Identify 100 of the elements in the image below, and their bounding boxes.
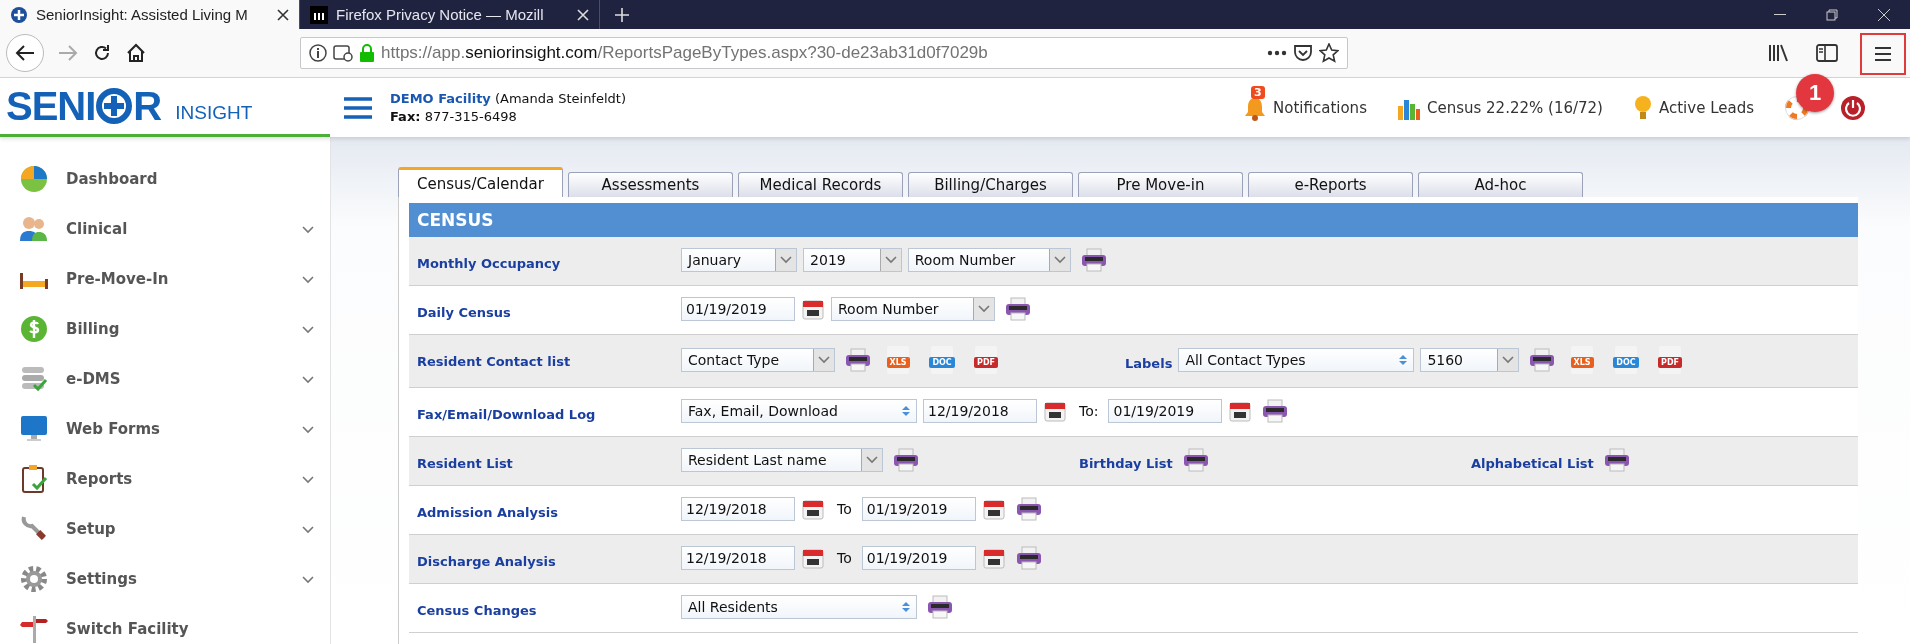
chevron-down-icon[interactable] xyxy=(302,526,314,534)
printer-icon[interactable] xyxy=(1262,399,1289,423)
lock-icon[interactable] xyxy=(359,44,375,62)
sidebar-item[interactable]: Switch Facility xyxy=(0,604,330,644)
chevron-down-icon[interactable] xyxy=(818,356,831,364)
info-icon[interactable] xyxy=(309,44,327,62)
lifebuoy-icon[interactable] xyxy=(1784,94,1810,121)
date-field[interactable]: 01/19/2019 xyxy=(681,297,795,321)
chevron-down-icon[interactable] xyxy=(977,305,990,313)
signpost-icon xyxy=(18,613,50,644)
address-bar[interactable]: https://app.seniorinsight.com/ReportsPageByTypes.aspx?30-de23ab31d0f7029b xyxy=(300,37,1348,69)
printer-icon[interactable] xyxy=(892,448,919,472)
tab[interactable]: Billing/Charges xyxy=(908,172,1073,197)
star-icon[interactable] xyxy=(1319,43,1339,63)
reload-icon[interactable] xyxy=(92,43,112,63)
chevron-down-icon[interactable] xyxy=(302,476,314,484)
dropdown[interactable]: Room Number xyxy=(907,248,1072,272)
sidebar-item[interactable]: Pre-Move-In xyxy=(0,254,330,304)
dropdown[interactable]: Resident Last name xyxy=(681,448,883,472)
printer-icon[interactable] xyxy=(1603,448,1630,472)
browser-tab[interactable]: SeniorInsight: Assisted Living M xyxy=(0,0,300,29)
calendar-icon[interactable] xyxy=(1043,399,1067,423)
sidebar-item[interactable]: Billing xyxy=(0,304,330,354)
chevron-down-icon[interactable] xyxy=(302,376,314,384)
dropdown[interactable]: 2019 xyxy=(803,248,902,272)
menu-icon[interactable] xyxy=(344,96,372,119)
dropdown[interactable]: 5160 xyxy=(1420,348,1519,372)
tab[interactable]: Assessments xyxy=(568,172,733,197)
chevron-down-icon[interactable] xyxy=(302,226,314,234)
tracking-icon[interactable] xyxy=(333,44,353,62)
printer-icon[interactable] xyxy=(845,348,872,372)
chevron-down-icon[interactable] xyxy=(780,256,793,264)
lightbulb-icon xyxy=(1632,94,1653,121)
tab[interactable]: e-Reports xyxy=(1248,172,1413,197)
chevron-down-icon[interactable] xyxy=(302,576,314,584)
date-field[interactable]: 12/19/2018 xyxy=(681,546,795,570)
date-field[interactable]: 12/19/2018 xyxy=(681,497,795,521)
tab[interactable]: Medical Records xyxy=(738,172,903,197)
printer-icon[interactable] xyxy=(1015,546,1042,570)
report-link[interactable]: Labels xyxy=(1125,355,1173,371)
report-link[interactable]: Birthday List xyxy=(1079,455,1173,471)
chevron-down-icon[interactable] xyxy=(302,426,314,434)
row-label: Daily Census xyxy=(416,304,512,320)
close-icon[interactable] xyxy=(277,8,289,21)
back-arrow-icon xyxy=(15,44,35,62)
printer-icon[interactable] xyxy=(927,595,953,619)
dropdown[interactable]: All Contact Types xyxy=(1178,348,1415,372)
home-icon[interactable] xyxy=(126,43,146,63)
date-field[interactable]: 01/19/2019 xyxy=(1108,399,1223,423)
calendar-icon[interactable] xyxy=(801,497,825,521)
report-link[interactable]: Alphabetical List xyxy=(1471,455,1594,471)
more-icon[interactable] xyxy=(1267,50,1287,56)
sidebar-item[interactable]: Clinical xyxy=(0,204,330,254)
dropdown[interactable]: All Residents xyxy=(681,595,917,619)
chevron-down-icon[interactable] xyxy=(1054,256,1067,264)
dropdown[interactable]: Fax, Email, Download xyxy=(681,399,917,423)
sidebar-item[interactable]: Reports xyxy=(0,454,330,504)
calendar-icon[interactable] xyxy=(801,546,825,570)
sidebar-item[interactable]: Dashboard xyxy=(0,154,330,204)
header-link[interactable]: Census 22.22% (16/72) xyxy=(1396,95,1603,120)
printer-icon[interactable] xyxy=(1529,348,1555,372)
tab[interactable]: Census/Calendar xyxy=(398,167,563,197)
date-field[interactable]: 01/19/2019 xyxy=(861,546,976,570)
sidebar-item[interactable]: Web Forms xyxy=(0,404,330,454)
printer-icon[interactable] xyxy=(1182,448,1209,472)
dropdown[interactable]: Contact Type xyxy=(681,348,836,372)
calendar-icon[interactable] xyxy=(981,497,1006,521)
dropdown[interactable]: January xyxy=(681,248,798,272)
sidebar-item[interactable]: Setup xyxy=(0,504,330,554)
printer-icon[interactable] xyxy=(1015,497,1042,521)
printer-icon[interactable] xyxy=(1081,248,1108,272)
minimize-icon[interactable] xyxy=(1774,13,1786,16)
calendar-icon[interactable] xyxy=(801,297,825,321)
chevron-down-icon[interactable] xyxy=(1502,356,1514,364)
calendar-icon[interactable] xyxy=(981,546,1006,570)
pocket-icon[interactable] xyxy=(1293,44,1313,62)
back-button[interactable] xyxy=(6,34,44,72)
date-field[interactable]: 01/19/2019 xyxy=(861,497,976,521)
tab[interactable]: Ad-hoc xyxy=(1418,172,1583,197)
menu-icon[interactable] xyxy=(1874,46,1892,62)
dropdown[interactable]: Room Number xyxy=(831,297,995,321)
calendar-icon[interactable] xyxy=(1228,399,1253,423)
sidebar-icon[interactable] xyxy=(1816,44,1838,62)
header-link[interactable]: Active Leads xyxy=(1632,94,1754,121)
tab[interactable]: Pre Move-in xyxy=(1078,172,1243,197)
restore-icon[interactable] xyxy=(1826,8,1838,21)
chevron-down-icon[interactable] xyxy=(865,456,878,464)
chevron-down-icon[interactable] xyxy=(302,276,314,284)
sidebar-item[interactable]: e-DMS xyxy=(0,354,330,404)
chevron-down-icon[interactable] xyxy=(884,256,897,264)
to-label: To: xyxy=(1079,403,1099,419)
plus-circle-icon xyxy=(10,5,28,24)
library-icon[interactable] xyxy=(1768,44,1790,62)
plus-icon[interactable] xyxy=(614,6,630,23)
section-header: CENSUS xyxy=(409,203,1858,237)
date-field[interactable]: 12/19/2018 xyxy=(923,399,1037,423)
printer-icon[interactable] xyxy=(1004,297,1031,321)
power-icon[interactable] xyxy=(1840,94,1866,121)
chevron-down-icon[interactable] xyxy=(302,326,314,334)
sidebar-item[interactable]: Settings xyxy=(0,554,330,604)
